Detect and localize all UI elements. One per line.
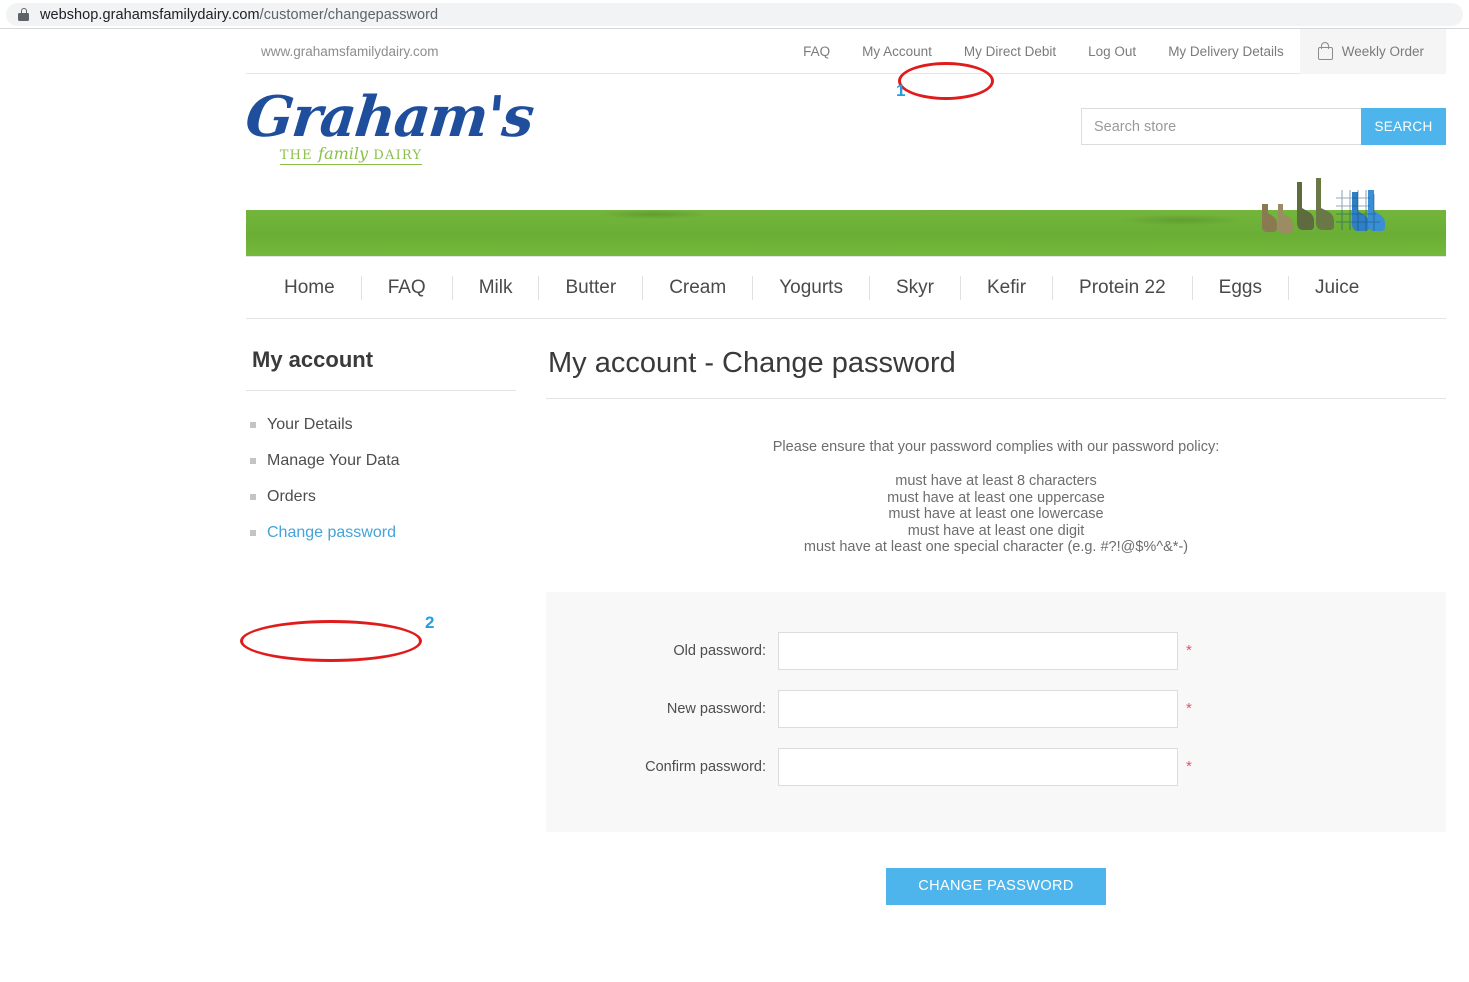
account-sidebar: My account Your Details Manage Your Data… bbox=[246, 347, 546, 905]
policy-rule: must have at least one uppercase bbox=[887, 489, 1105, 506]
nav-item-skyr[interactable]: Skyr bbox=[870, 275, 961, 300]
utility-links: FAQ My Account My Direct Debit Log Out M… bbox=[787, 28, 1446, 74]
nav-item-butter[interactable]: Butter bbox=[539, 275, 644, 300]
brand-row: Graham's THE family DAIRY SEARCH bbox=[242, 74, 1446, 174]
new-password-input[interactable] bbox=[778, 689, 1178, 728]
nav-item-milk[interactable]: Milk bbox=[453, 275, 540, 300]
page-canvas: www.grahamsfamilydairy.com FAQ My Accoun… bbox=[0, 28, 1469, 982]
submit-area: CHANGE PASSWORD bbox=[546, 832, 1446, 905]
nav-item-protein-22[interactable]: Protein 22 bbox=[1053, 275, 1193, 300]
bullet-square-icon bbox=[250, 530, 256, 536]
sidebar-item-change-password[interactable]: Change password bbox=[246, 515, 516, 551]
hero-banner bbox=[246, 174, 1446, 256]
logo[interactable]: Graham's THE family DAIRY bbox=[242, 84, 537, 165]
tagline-the: THE bbox=[279, 148, 319, 163]
form-row-new-password: New password: * bbox=[546, 689, 1446, 728]
sidebar-divider bbox=[246, 390, 516, 391]
top-link-my-delivery-details[interactable]: My Delivery Details bbox=[1152, 29, 1300, 74]
url-path: /customer/changepassword bbox=[259, 6, 439, 23]
sidebar-title: My account bbox=[252, 347, 374, 372]
bullet-square-icon bbox=[250, 422, 256, 428]
search-input[interactable] bbox=[1081, 108, 1361, 145]
policy-rule: must have at least one special character… bbox=[803, 539, 1189, 555]
nav-item-kefir[interactable]: Kefir bbox=[961, 275, 1054, 300]
form-row-confirm-password: Confirm password: * bbox=[546, 747, 1446, 786]
page-title: My account - Change password bbox=[548, 347, 956, 379]
search-button[interactable]: SEARCH bbox=[1361, 108, 1446, 145]
shopping-bag-icon bbox=[1317, 42, 1333, 60]
nav-item-juice[interactable]: Juice bbox=[1289, 276, 1385, 300]
required-asterisk: * bbox=[1186, 699, 1192, 717]
confirm-password-label: Confirm password: bbox=[645, 758, 766, 775]
sidebar-item-label: Your Details bbox=[267, 416, 353, 433]
old-password-label: Old password: bbox=[673, 642, 766, 659]
top-link-my-direct-debit[interactable]: My Direct Debit bbox=[948, 29, 1072, 74]
sidebar-item-label: Change password bbox=[267, 524, 396, 541]
nav-item-home[interactable]: Home bbox=[258, 275, 362, 300]
site-url-label: www.grahamsfamilydairy.com bbox=[261, 43, 439, 59]
page-wrapper: www.grahamsfamilydairy.com FAQ My Accoun… bbox=[242, 28, 1446, 905]
top-link-my-account[interactable]: My Account bbox=[846, 29, 948, 74]
top-link-faq[interactable]: FAQ bbox=[787, 29, 846, 74]
new-password-label: New password: bbox=[666, 700, 766, 717]
required-asterisk: * bbox=[1186, 641, 1192, 659]
browser-url-bar: webshop.grahamsfamilydairy.com/customer/… bbox=[0, 0, 1469, 29]
policy-rule: must have at least 8 characters bbox=[895, 473, 1097, 489]
old-password-input[interactable] bbox=[778, 631, 1178, 670]
nav-item-eggs[interactable]: Eggs bbox=[1193, 275, 1289, 300]
main-navigation: Home FAQ Milk Butter Cream Yogurts Skyr … bbox=[246, 256, 1446, 319]
utility-header: www.grahamsfamilydairy.com FAQ My Accoun… bbox=[246, 28, 1446, 74]
url-host: webshop.grahamsfamilydairy.com bbox=[40, 6, 260, 23]
address-bar[interactable]: webshop.grahamsfamilydairy.com/customer/… bbox=[6, 3, 1463, 26]
search-box: SEARCH bbox=[1081, 108, 1446, 145]
sidebar-item-orders[interactable]: Orders bbox=[246, 479, 516, 515]
change-password-form: Old password: * New password: * Confirm … bbox=[546, 591, 1446, 832]
required-asterisk: * bbox=[1186, 757, 1192, 775]
sidebar-item-manage-your-data[interactable]: Manage Your Data bbox=[246, 443, 516, 479]
url-text: webshop.grahamsfamilydairy.com/customer/… bbox=[40, 7, 438, 23]
nav-item-faq[interactable]: FAQ bbox=[362, 275, 453, 300]
policy-rule: must have at least one digit bbox=[907, 522, 1085, 539]
sidebar-item-label: Orders bbox=[267, 488, 316, 505]
logo-wordmark: Graham's bbox=[242, 84, 537, 150]
content-area: My account Your Details Manage Your Data… bbox=[246, 319, 1446, 905]
lock-icon bbox=[18, 8, 29, 21]
policy-intro: Please ensure that your password complie… bbox=[772, 439, 1220, 455]
policy-rule: must have at least one lowercase bbox=[888, 506, 1104, 522]
top-link-log-out[interactable]: Log Out bbox=[1072, 29, 1152, 74]
weekly-order-button[interactable]: Weekly Order bbox=[1299, 28, 1446, 74]
nav-item-yogurts[interactable]: Yogurts bbox=[753, 275, 870, 300]
bullet-square-icon bbox=[250, 494, 256, 500]
bullet-square-icon bbox=[250, 458, 256, 464]
tagline-dairy: DAIRY bbox=[368, 148, 423, 163]
weekly-order-label: Weekly Order bbox=[1341, 43, 1424, 59]
nav-item-cream[interactable]: Cream bbox=[643, 275, 754, 300]
wellington-boots-image bbox=[1246, 178, 1385, 233]
sidebar-item-label: Manage Your Data bbox=[267, 452, 400, 469]
sidebar-item-your-details[interactable]: Your Details bbox=[246, 407, 516, 443]
confirm-password-input[interactable] bbox=[778, 747, 1178, 786]
form-row-old-password: Old password: * bbox=[546, 631, 1446, 670]
password-policy: Please ensure that your password complie… bbox=[546, 399, 1446, 574]
sidebar-list: Your Details Manage Your Data Orders Cha… bbox=[246, 407, 516, 551]
change-password-button[interactable]: CHANGE PASSWORD bbox=[886, 867, 1106, 905]
main-panel: My account - Change password Please ensu… bbox=[546, 347, 1446, 905]
